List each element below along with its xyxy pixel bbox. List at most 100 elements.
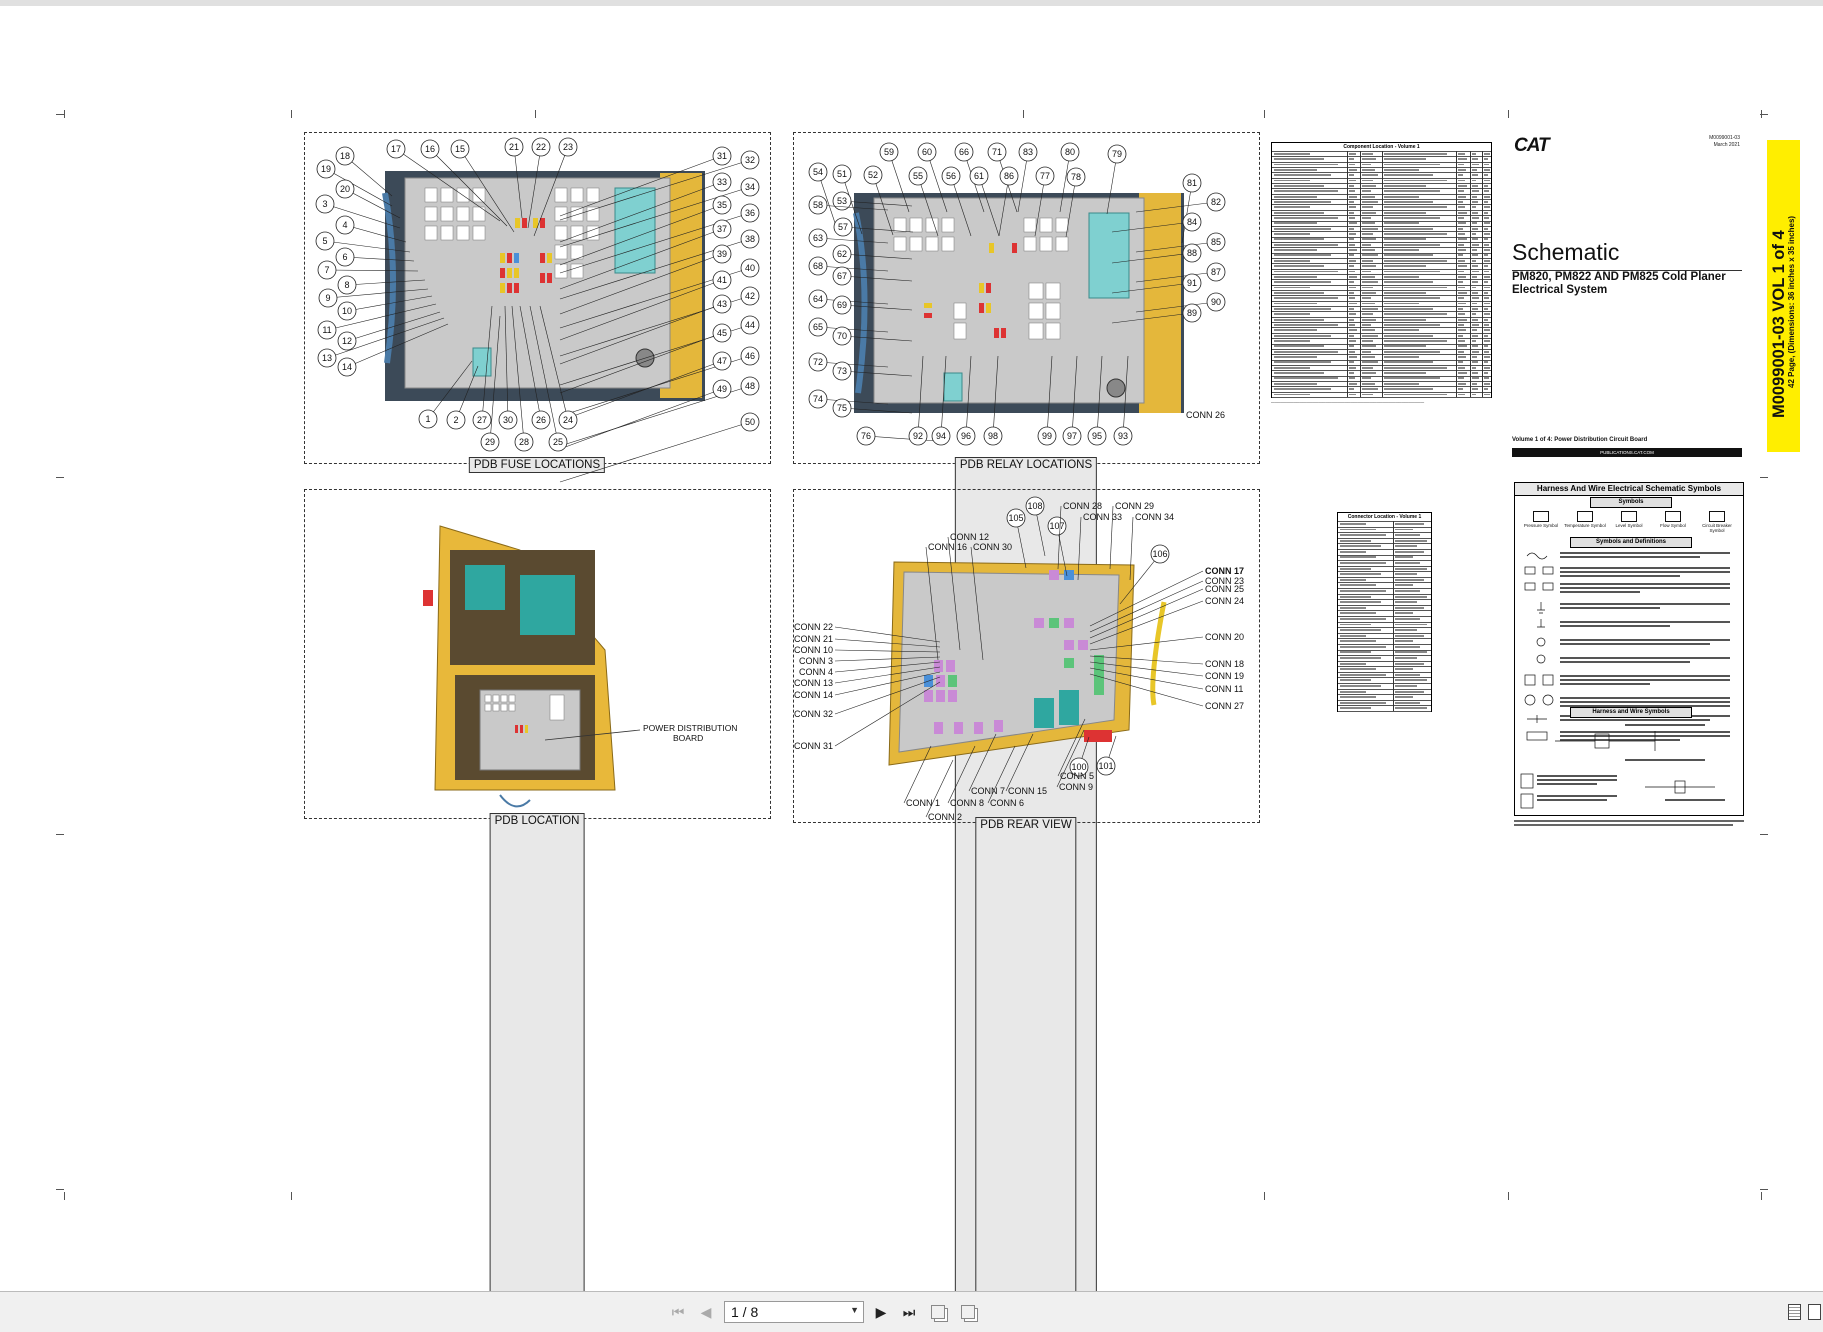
table-rule (1338, 604, 1431, 606)
page-indicator: 1 / 8 (731, 1304, 759, 1320)
table-cell-text (1395, 707, 1428, 710)
table-cell-text (1472, 388, 1479, 391)
table-cell-text (1458, 356, 1466, 358)
table-cell-text (1384, 281, 1433, 284)
first-page-button[interactable]: ⏮ (668, 1302, 688, 1322)
table-cell-text (1340, 640, 1376, 643)
table-cell-text (1458, 329, 1466, 332)
fuse-board-illustration (382, 171, 705, 401)
relay-conn26-label: CONN 26 (1186, 410, 1226, 420)
table-cell-text (1274, 249, 1317, 251)
table-cell-text (1472, 307, 1479, 310)
table-cell-text (1349, 158, 1354, 161)
copy-page-button[interactable] (928, 1302, 948, 1322)
table-cell-text (1384, 174, 1433, 177)
table-cell-text (1349, 388, 1355, 391)
table-cell-text (1458, 345, 1467, 348)
table-cell-text (1384, 158, 1426, 161)
table-cell-text (1384, 152, 1447, 155)
table-cell-text (1384, 340, 1447, 342)
table-cell-text (1362, 158, 1377, 161)
table-rule (1338, 643, 1431, 645)
table-cell-text (1484, 275, 1491, 278)
table-cell-text (1362, 174, 1379, 177)
table-cell-text (1349, 243, 1356, 246)
table-cell-text (1472, 377, 1480, 380)
table-cell-text (1362, 201, 1379, 203)
table-cell-text (1340, 562, 1386, 565)
table-cell-text (1484, 174, 1489, 177)
table-cell-text (1340, 522, 1366, 525)
table-cell-text (1484, 217, 1489, 219)
symbol-glyph-icon (1533, 511, 1549, 522)
table-cell-text (1274, 366, 1310, 369)
table-cell-text (1349, 334, 1355, 337)
table-rule (1338, 565, 1431, 567)
table-cell-text (1484, 313, 1490, 316)
symbol-glyph-icon (1709, 511, 1725, 522)
table-cell-text (1384, 227, 1433, 230)
table-cell-text (1362, 334, 1379, 337)
table-cell-text (1384, 313, 1447, 316)
table-cell-text (1458, 206, 1465, 209)
table-cell-text (1340, 623, 1371, 626)
table-cell-text (1349, 168, 1358, 171)
table-cell-text (1349, 302, 1358, 305)
table-rule (1338, 599, 1431, 601)
single-page-view-button[interactable] (1784, 1302, 1804, 1322)
table-cell-text (1472, 372, 1478, 374)
table-cell-text (1349, 217, 1356, 219)
table-cell-text (1340, 573, 1381, 576)
table-column-rule (1482, 151, 1483, 397)
table-cell-text (1484, 243, 1489, 246)
table-cell-text (1484, 238, 1488, 241)
table-cell-text (1362, 291, 1377, 294)
table-cell-text (1472, 158, 1478, 161)
page-number-select[interactable]: 1 / 8 ▼ (724, 1301, 864, 1323)
table-cell-text (1349, 238, 1354, 241)
paste-page-button[interactable] (958, 1302, 978, 1322)
table-cell-text (1349, 233, 1357, 235)
table-cell-text (1484, 372, 1488, 374)
table-cell-text (1384, 222, 1419, 225)
table-cell-text (1458, 184, 1467, 187)
table-cell-text (1384, 265, 1426, 268)
prev-page-button[interactable]: ◀ (696, 1302, 716, 1322)
last-page-button[interactable]: ⏭ (899, 1302, 919, 1322)
table-cell-text (1362, 377, 1371, 380)
table-cell-text (1349, 265, 1354, 268)
table-cell-text (1362, 318, 1377, 321)
table-cell-text (1458, 179, 1465, 182)
table-cell-text (1274, 184, 1324, 187)
table-cell-text (1362, 345, 1377, 348)
table-cell-text (1274, 259, 1310, 262)
two-page-view-button[interactable] (1804, 1302, 1823, 1322)
table-cell-text (1349, 297, 1356, 300)
table-cell-text (1362, 275, 1375, 278)
table-cell-text (1362, 372, 1377, 374)
prev-page-icon: ◀ (700, 1303, 712, 1320)
symbol-name-label: Temperature Symbol (1564, 523, 1606, 528)
next-page-button[interactable]: ▶ (871, 1302, 891, 1322)
table-cell-text (1458, 324, 1464, 326)
table-cell-text (1340, 617, 1386, 620)
last-page-icon: ⏭ (902, 1303, 916, 1320)
publications-bar: PUBLICATIONS.CAT.COM (1512, 448, 1742, 457)
symbols-header: Symbols (1590, 497, 1672, 508)
table-cell-text (1384, 377, 1440, 380)
table-cell-text (1472, 286, 1476, 289)
crop-mark (1760, 834, 1768, 835)
table-cell-text (1274, 329, 1317, 332)
table-cell-text (1384, 286, 1447, 289)
crop-mark (291, 1192, 292, 1200)
table-cell-text (1384, 361, 1433, 364)
table-cell-text (1395, 606, 1424, 609)
table-cell-text (1384, 366, 1447, 369)
table-cell-text (1384, 382, 1419, 385)
table-cell-text (1274, 372, 1324, 374)
table-cell-text (1362, 206, 1373, 209)
table-cell-text (1362, 259, 1373, 262)
table-cell-text (1362, 222, 1375, 225)
table-cell-text (1484, 318, 1488, 321)
table-cell-text (1484, 222, 1491, 225)
